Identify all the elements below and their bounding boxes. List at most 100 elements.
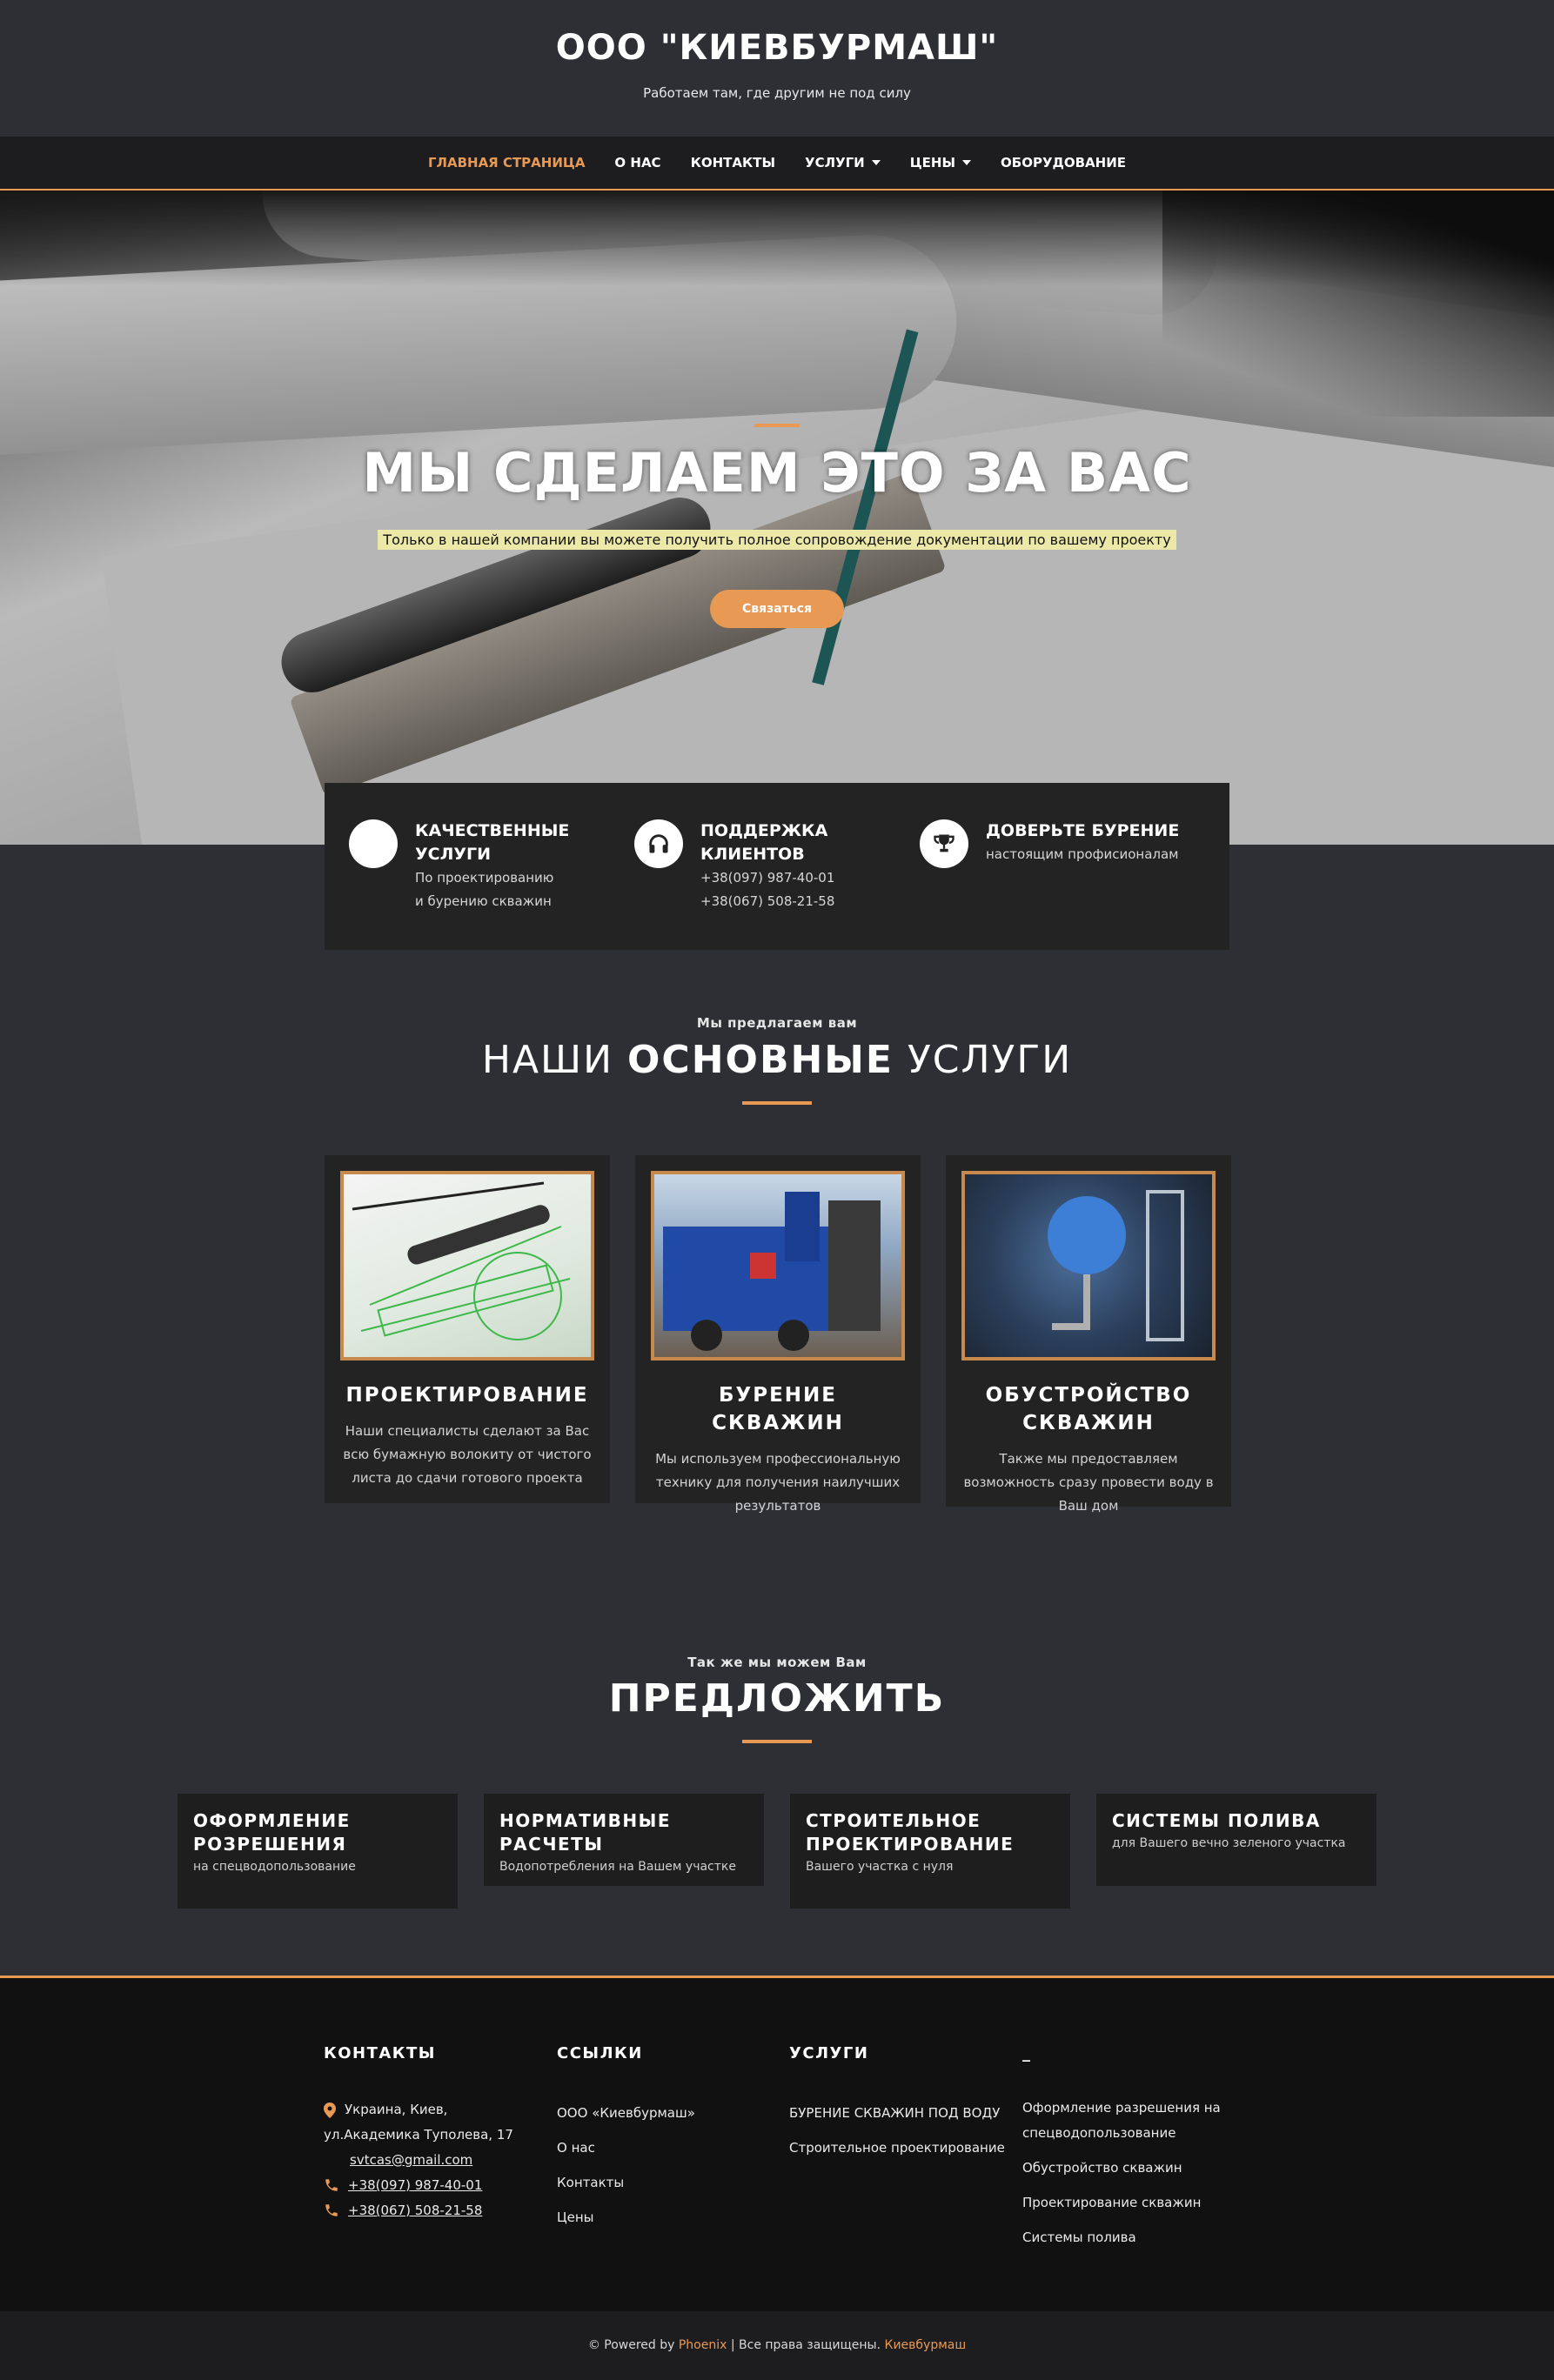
phone-icon xyxy=(325,2179,338,2191)
services-title-pre: НАШИ xyxy=(481,1038,628,1082)
footer-phone-1-link[interactable]: +38(097) 987-40-01 xyxy=(348,2173,482,2198)
footer-phone-2-link[interactable]: +38(067) 508-21-58 xyxy=(348,2198,482,2223)
service-title: ПРОЕКТИРОВАНИЕ xyxy=(345,1384,589,1407)
offer-card-text: Водопотребления на Вашем участке xyxy=(499,1860,736,1874)
contact-address-2: ул.Академика Туполева, 17 xyxy=(324,2123,533,2148)
feature-title: ДОВЕРЬТЕ БУРЕНИЕ xyxy=(986,821,1180,840)
footer-contacts: КОНТАКТЫ Украина, Киев, ул.Академика Туп… xyxy=(324,2044,533,2223)
main-nav: ГЛАВНАЯ СТРАНИЦА О НАС КОНТАКТЫ УСЛУГИ Ц… xyxy=(0,137,1554,191)
contact-phone-1: +38(097) 987-40-01 xyxy=(324,2173,533,2198)
circle-icon xyxy=(349,819,398,868)
company-link[interactable]: Киевбурмаш xyxy=(885,2338,967,2352)
nav-label: КОНТАКТЫ xyxy=(690,155,776,170)
offer-card-title: СТРОИТЕЛЬНОЕ ПРОЕКТИРОВАНИЕ xyxy=(806,1810,1015,1855)
footer-services: УСЛУГИ БУРЕНИЕ СКВАЖИН ПОД ВОДУ Строител… xyxy=(789,2044,1015,2165)
offer-card-title: НОРМАТИВНЫЕ РАСЧЕТЫ xyxy=(499,1810,672,1855)
footer-link-about[interactable]: О нас xyxy=(557,2130,766,2165)
nav-label: ГЛАВНАЯ СТРАНИЦА xyxy=(427,155,586,170)
footer-address-line-1: Украина, Киев, xyxy=(345,2102,448,2117)
footer-extra-heading: _ xyxy=(1022,2044,1032,2062)
nav-item-about[interactable]: О НАС xyxy=(614,155,660,170)
footer-links: ССЫЛКИ ООО «Киевбурмаш» О нас Контакты Ц… xyxy=(557,2044,766,2235)
footer-service-construction[interactable]: Строительное проектирование xyxy=(789,2130,1015,2165)
offer-card-irrigation[interactable]: СИСТЕМЫ ПОЛИВА для Вашего вечно зеленого… xyxy=(1096,1794,1376,1886)
service-text: Наши специалисты сделают за Вас всю бума… xyxy=(343,1423,592,1486)
hero-banner xyxy=(0,191,1554,845)
nav-label: О НАС xyxy=(614,155,661,170)
services-accent-line xyxy=(742,1101,812,1105)
service-title: БУРЕНИЕ СКВАЖИН xyxy=(712,1384,844,1434)
footer-extra: _ Оформление разрешения на спецводопольз… xyxy=(1022,2044,1240,2250)
trophy-icon xyxy=(920,819,968,868)
footer-extra-permit[interactable]: Оформление разрешения на спецводопользов… xyxy=(1022,2096,1240,2146)
feature-trust: ДОВЕРЬТЕ БУРЕНИЕ настоящим профисионалам xyxy=(920,819,1205,950)
footer-link-contacts[interactable]: Контакты xyxy=(557,2165,766,2200)
feature-text: По проектированию и бурению скважин xyxy=(415,870,554,909)
map-pin-icon xyxy=(324,2103,336,2118)
contact-address: Украина, Киев, xyxy=(324,2097,533,2123)
service-title: ОБУСТРОЙСТВО СКВАЖИН xyxy=(985,1384,1192,1434)
contact-phone-2: +38(067) 508-21-58 xyxy=(324,2198,533,2223)
footer-link-prices[interactable]: Цены xyxy=(557,2200,766,2235)
copyright-bar: © Powered by Phoenix | Все права защищен… xyxy=(0,2311,1554,2380)
phone-icon xyxy=(325,2204,338,2216)
feature-phone-1: +38(097) 987-40-01 xyxy=(700,870,835,886)
feature-title: КАЧЕСТВЕННЫЕ УСЛУГИ xyxy=(415,821,570,864)
services-title-bold: ОСНОВНЫЕ xyxy=(627,1038,894,1082)
service-image-design xyxy=(340,1171,594,1360)
service-card-arrangement[interactable]: ОБУСТРОЙСТВО СКВАЖИН Также мы предоставл… xyxy=(946,1155,1231,1514)
footer-links-heading: ССЫЛКИ xyxy=(557,2044,643,2062)
contact-email: svtcas@gmail.com xyxy=(324,2148,533,2173)
offer-card-calculations[interactable]: НОРМАТИВНЫЕ РАСЧЕТЫ Водопотребления на В… xyxy=(484,1794,764,1886)
offer-kicker: Так же мы можем Вам xyxy=(687,1655,867,1670)
site-footer: КОНТАКТЫ Украина, Киев, ул.Академика Туп… xyxy=(0,1976,1554,2311)
offer-card-construction[interactable]: СТРОИТЕЛЬНОЕ ПРОЕКТИРОВАНИЕ Вашего участ… xyxy=(790,1794,1070,1909)
feature-support: ПОДДЕРЖКА КЛИЕНТОВ +38(097) 987-40-01 +3… xyxy=(634,819,920,950)
nav-item-prices[interactable]: ЦЕНЫ xyxy=(910,155,972,170)
footer-extra-irrigation[interactable]: Системы полива xyxy=(1022,2225,1240,2250)
chevron-down-icon xyxy=(962,160,972,165)
nav-label: УСЛУГИ xyxy=(805,155,865,170)
footer-email-link[interactable]: svtcas@gmail.com xyxy=(350,2148,472,2173)
nav-item-home[interactable]: ГЛАВНАЯ СТРАНИЦА xyxy=(428,155,585,170)
hero-subtitle: Только в нашей компании вы можете получи… xyxy=(378,530,1176,550)
nav-item-equipment[interactable]: ОБОРУДОВАНИЕ xyxy=(1001,155,1126,170)
nav-label: ОБОРУДОВАНИЕ xyxy=(1001,155,1127,170)
site-tagline: Работаем там, где другим не под силу xyxy=(643,85,911,101)
chevron-down-icon xyxy=(871,160,881,165)
site-title[interactable]: ООО "КИЕВБУРМАШ" xyxy=(0,28,1554,68)
offer-card-title: ОФОРМЛЕНИЕ РОЗРЕШЕНИЯ xyxy=(193,1810,351,1855)
offer-card-permit[interactable]: ОФОРМЛЕНИЕ РОЗРЕШЕНИЯ на спецводопользов… xyxy=(178,1794,458,1909)
footer-link-company[interactable]: ООО «Киевбурмаш» xyxy=(557,2096,766,2130)
feature-text: настоящим профисионалам xyxy=(986,846,1179,862)
offer-card-text: Вашего участка с нуля xyxy=(806,1860,954,1874)
service-image-drilling xyxy=(651,1171,905,1360)
copyright-middle: | Все права защищены. xyxy=(727,2338,885,2352)
services-title: НАШИ ОСНОВНЫЕ УСЛУГИ xyxy=(0,1038,1554,1082)
offer-card-text: на спецводопользование xyxy=(193,1860,356,1874)
services-kicker: Мы предлагаем вам xyxy=(696,1015,858,1031)
footer-extra-arrangement[interactable]: Обустройство скважин xyxy=(1022,2156,1240,2181)
feature-quality: КАЧЕСТВЕННЫЕ УСЛУГИ По проектированию и … xyxy=(349,819,634,950)
powered-by-link[interactable]: Phoenix xyxy=(679,2338,727,2352)
offer-accent-line xyxy=(742,1740,812,1743)
site-header: ООО "КИЕВБУРМАШ" Работаем там, где други… xyxy=(0,0,1554,137)
features-bar: КАЧЕСТВЕННЫЕ УСЛУГИ По проектированию и … xyxy=(325,783,1229,950)
service-text: Мы используем профессиональную технику д… xyxy=(655,1451,901,1514)
copyright-prefix: © Powered by xyxy=(587,2338,679,2352)
nav-item-services[interactable]: УСЛУГИ xyxy=(805,155,881,170)
nav-item-contacts[interactable]: КОНТАКТЫ xyxy=(691,155,775,170)
service-image-arrangement xyxy=(961,1171,1216,1360)
offer-card-text: для Вашего вечно зеленого участка xyxy=(1112,1836,1346,1850)
services-title-post: УСЛУГИ xyxy=(893,1038,1073,1082)
contact-button[interactable]: Связаться xyxy=(710,590,844,628)
footer-service-drilling[interactable]: БУРЕНИЕ СКВАЖИН ПОД ВОДУ xyxy=(789,2096,1015,2130)
offer-title: ПРЕДЛОЖИТЬ xyxy=(608,1676,946,1721)
footer-extra-design[interactable]: Проектирование скважин xyxy=(1022,2190,1240,2216)
service-card-design[interactable]: ПРОЕКТИРОВАНИЕ Наши специалисты сделают … xyxy=(325,1155,610,1503)
offer-card-title: СИСТЕМЫ ПОЛИВА xyxy=(1112,1810,1321,1831)
hero-accent-line xyxy=(754,424,800,427)
footer-services-heading: УСЛУГИ xyxy=(789,2044,869,2062)
service-card-drilling[interactable]: БУРЕНИЕ СКВАЖИН Мы используем профессион… xyxy=(635,1155,921,1514)
feature-title: ПОДДЕРЖКА КЛИЕНТОВ xyxy=(700,821,828,864)
